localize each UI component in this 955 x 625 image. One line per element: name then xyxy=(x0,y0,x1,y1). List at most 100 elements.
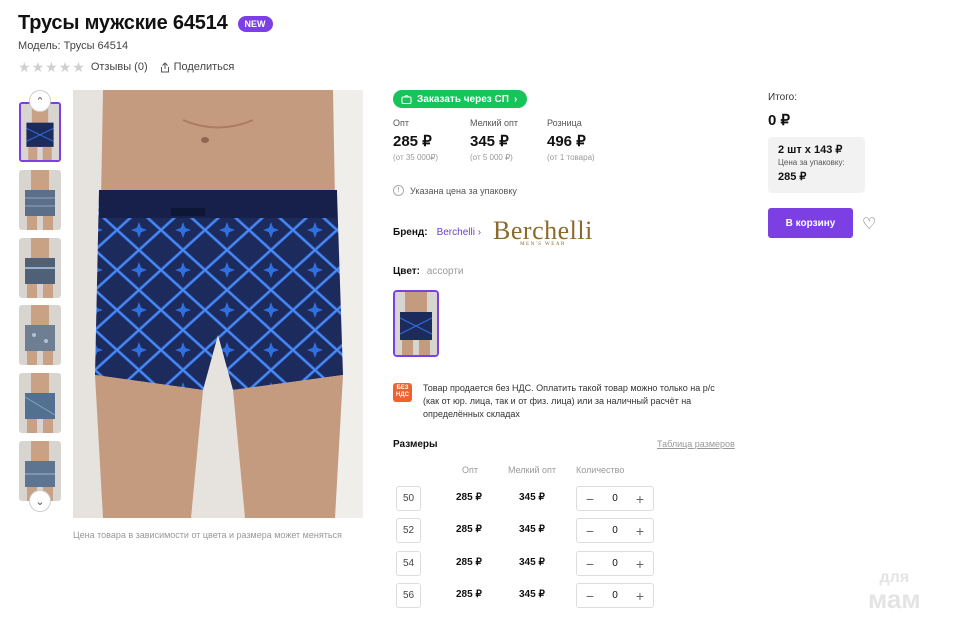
quantity-value[interactable]: 0 xyxy=(612,590,618,601)
price-condition: (от 5 000 ₽) xyxy=(470,153,513,162)
size-price-wholesale: 285 ₽ xyxy=(456,492,482,503)
thumbnail[interactable] xyxy=(19,170,61,230)
thumbnail[interactable] xyxy=(19,238,61,298)
size-value: 50 xyxy=(396,486,421,511)
pack-price-label: Цена за упаковку: xyxy=(778,158,845,167)
quantity-value[interactable]: 0 xyxy=(612,493,618,504)
size-header-wholesale: Опт xyxy=(462,465,478,475)
brand-logo-text: Berchelli xyxy=(493,216,593,245)
no-vat-badge: БЕЗ НДС xyxy=(393,383,412,402)
star-icon: ★ xyxy=(58,59,72,75)
price-label: Мелкий опт xyxy=(470,118,519,128)
color-value: ассорти xyxy=(426,266,464,277)
size-row: 52 285 ₽ 345 ₽ − 0 + xyxy=(396,518,656,543)
order-sp-label: Заказать через СП xyxy=(417,93,509,105)
price-value: 496 ₽ xyxy=(547,133,586,150)
heart-icon[interactable]: ♡ xyxy=(862,214,876,234)
share-button[interactable]: Поделиться xyxy=(160,61,235,73)
sizes-title: Размеры xyxy=(393,439,438,450)
quantity-stepper: − 0 + xyxy=(576,518,654,543)
plus-icon[interactable]: + xyxy=(633,524,647,538)
product-title: Трусы мужские 64514 xyxy=(18,12,228,34)
size-value: 54 xyxy=(396,551,421,576)
pack-note-text: Указана цена за упаковку xyxy=(410,185,517,196)
plus-icon[interactable]: + xyxy=(633,492,647,506)
new-badge: NEW xyxy=(237,15,273,32)
thumbs-down-button[interactable]: ⌄ xyxy=(29,490,51,512)
bag-icon xyxy=(401,95,412,104)
quantity-stepper: − 0 + xyxy=(576,551,654,576)
plus-icon[interactable]: + xyxy=(633,557,647,571)
pack-price-note: ! Указана цена за упаковку xyxy=(393,185,517,196)
quantity-stepper: − 0 + xyxy=(576,486,654,511)
price-tier-retail: Розница 496 ₽ (от 1 товара) xyxy=(547,118,624,162)
rating-stars: ★ ★ ★ ★ ★ xyxy=(18,60,85,74)
price-tier-wholesale: Опт 285 ₽ (от 35 000₽) xyxy=(393,118,470,162)
thumbnail-strip: ⌃ ⌄ xyxy=(18,90,64,520)
size-value: 52 xyxy=(396,518,421,543)
price-tier-small-wholesale: Мелкий опт 345 ₽ (от 5 000 ₽) xyxy=(470,118,547,162)
star-icon: ★ xyxy=(31,59,45,75)
brand-link[interactable]: Berchelli › xyxy=(437,227,481,238)
thumbnail[interactable] xyxy=(19,305,61,365)
size-value: 56 xyxy=(396,583,421,608)
thumbnail[interactable] xyxy=(19,373,61,433)
quantity-value[interactable]: 0 xyxy=(612,525,618,536)
size-price-small-wholesale: 345 ₽ xyxy=(519,557,545,568)
size-row: 56 285 ₽ 345 ₽ − 0 + xyxy=(396,583,656,608)
chevron-right-icon: › xyxy=(513,93,518,105)
main-product-image[interactable] xyxy=(73,90,363,518)
star-icon: ★ xyxy=(18,59,31,75)
brand-logo[interactable]: Berchelli MEN'S WEAR xyxy=(493,216,593,248)
brand-name: Berchelli xyxy=(436,227,475,238)
photo-caption: Цена товара в зависимости от цвета и раз… xyxy=(73,530,342,540)
star-icon: ★ xyxy=(72,59,85,75)
minus-icon[interactable]: − xyxy=(583,524,597,538)
total-value: 0 ₽ xyxy=(768,112,791,129)
price-tiers: Опт 285 ₽ (от 35 000₽) Мелкий опт 345 ₽ … xyxy=(393,118,624,162)
star-icon: ★ xyxy=(45,59,58,75)
pack-info-box: 2 шт х 143 ₽ Цена за упаковку: 285 ₽ xyxy=(768,137,865,193)
brand-label: Бренд: xyxy=(393,227,428,238)
minus-icon[interactable]: − xyxy=(583,589,597,603)
color-row: Цвет: ассорти xyxy=(393,266,464,277)
size-price-small-wholesale: 345 ₽ xyxy=(519,492,545,503)
order-sp-button[interactable]: Заказать через СП › xyxy=(393,90,528,108)
thumbs-up-button[interactable]: ⌃ xyxy=(29,90,51,112)
size-chart-link[interactable]: Таблица размеров xyxy=(657,439,735,449)
price-condition: (от 1 товара) xyxy=(547,153,595,162)
minus-icon[interactable]: − xyxy=(583,557,597,571)
size-price-small-wholesale: 345 ₽ xyxy=(519,589,545,600)
product-model: Модель: Трусы 64514 xyxy=(18,40,129,52)
quantity-stepper: − 0 + xyxy=(576,583,654,608)
color-swatch-assorted[interactable] xyxy=(393,290,439,357)
title-row: Трусы мужские 64514 NEW xyxy=(18,12,273,35)
size-price-small-wholesale: 345 ₽ xyxy=(519,524,545,535)
size-header-quantity: Количество xyxy=(576,465,625,475)
rating-row: ★ ★ ★ ★ ★ Отзывы (0) Поделиться xyxy=(18,60,234,74)
brand-row: Бренд: Berchelli › Berchelli MEN'S WEAR xyxy=(393,216,593,248)
size-row: 50 285 ₽ 345 ₽ − 0 + xyxy=(396,486,656,511)
chevron-down-icon: ⌄ xyxy=(35,495,45,508)
chevron-up-icon: ⌃ xyxy=(35,95,45,108)
price-label: Розница xyxy=(547,118,582,128)
total-label: Итого: xyxy=(768,92,797,103)
share-label: Поделиться xyxy=(173,61,235,73)
site-watermark: для мам xyxy=(868,570,921,613)
size-row: 54 285 ₽ 345 ₽ − 0 + xyxy=(396,551,656,576)
color-label: Цвет: xyxy=(393,266,420,277)
minus-icon[interactable]: − xyxy=(583,492,597,506)
share-icon xyxy=(160,61,169,72)
price-value: 285 ₽ xyxy=(393,133,432,150)
price-label: Опт xyxy=(393,118,409,128)
size-price-wholesale: 285 ₽ xyxy=(456,524,482,535)
price-value: 345 ₽ xyxy=(470,133,509,150)
info-icon: ! xyxy=(393,185,404,196)
plus-icon[interactable]: + xyxy=(633,589,647,603)
size-price-wholesale: 285 ₽ xyxy=(456,557,482,568)
size-price-wholesale: 285 ₽ xyxy=(456,589,482,600)
reviews-link[interactable]: Отзывы (0) xyxy=(91,61,148,73)
quantity-value[interactable]: 0 xyxy=(612,558,618,569)
add-to-cart-button[interactable]: В корзину xyxy=(768,208,853,238)
pack-price: 285 ₽ xyxy=(778,171,807,183)
